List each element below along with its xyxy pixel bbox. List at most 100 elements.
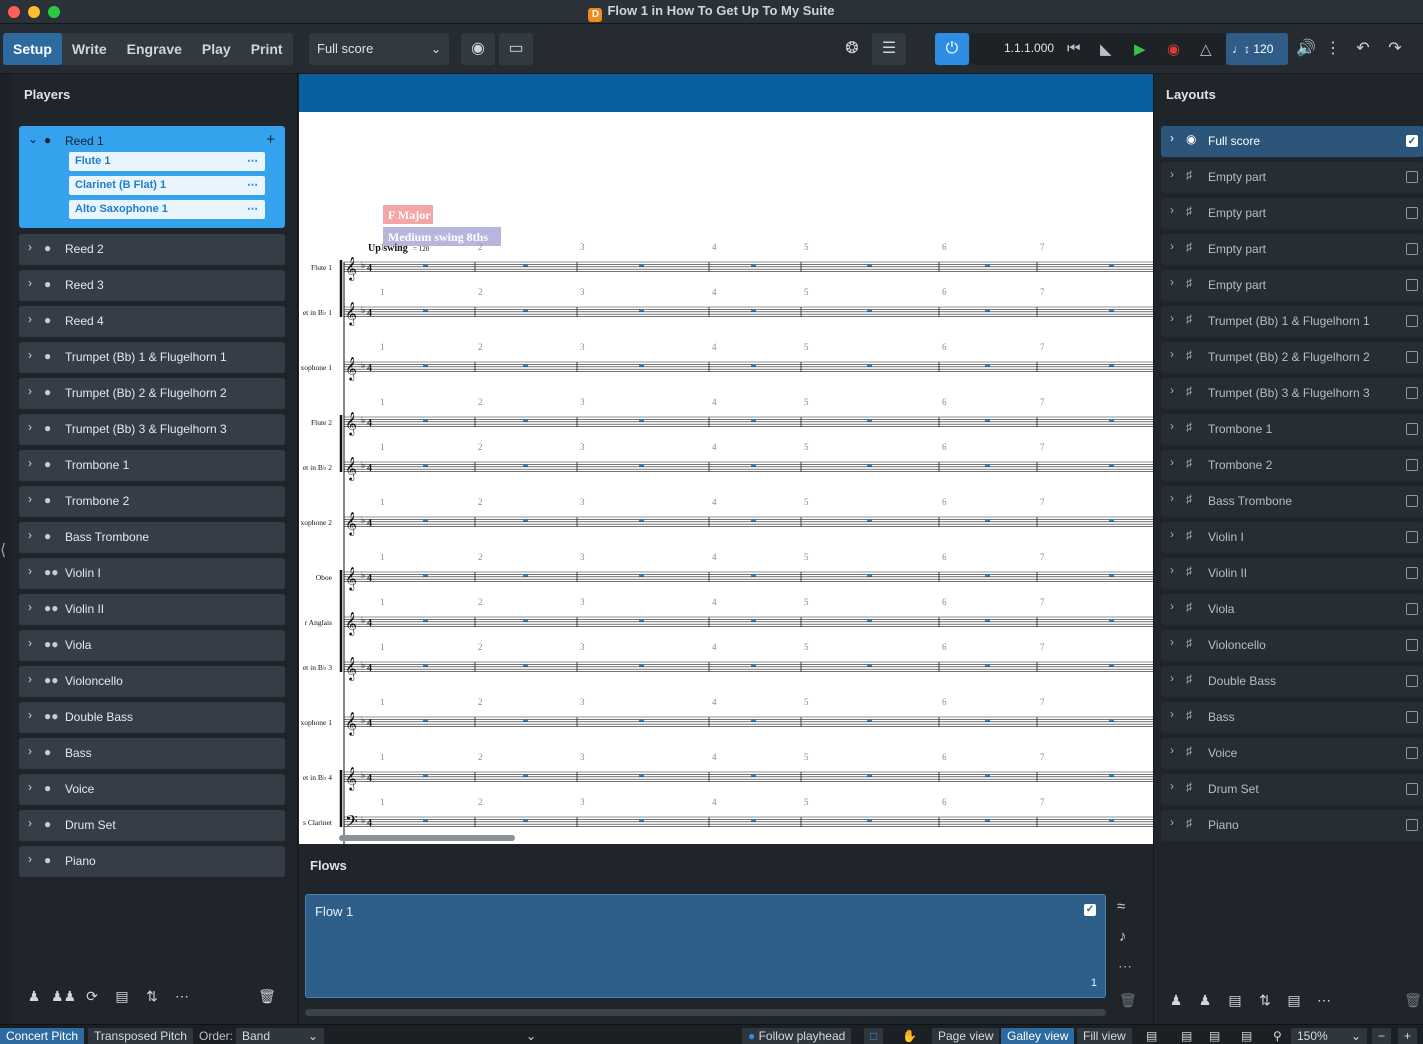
instrument-card[interactable]: Alto Saxophone 1 ⋯	[69, 200, 265, 219]
chevron-down-icon[interactable]: ⌄	[28, 132, 38, 146]
layout-row[interactable]: › ♯ Piano	[1161, 810, 1423, 841]
chevron-right-icon[interactable]: ›	[1170, 347, 1174, 361]
player-list-icon[interactable]: ▤	[110, 988, 134, 1010]
hand-tool-icon[interactable]: ✋	[896, 1028, 923, 1044]
score-canvas[interactable]: F Major Medium swing 8thsUp swing = 120 Flu…	[299, 74, 1153, 844]
chevron-right-icon[interactable]: ›	[1170, 671, 1174, 685]
chevron-right-icon[interactable]: ›	[1170, 419, 1174, 433]
more-icon[interactable]: ⋯	[247, 152, 258, 171]
layout-row[interactable]: › ♯ Drum Set	[1161, 774, 1423, 805]
undo-icon[interactable]: ↶	[1346, 33, 1380, 65]
mode-tab-write[interactable]: Write	[62, 33, 117, 65]
player-card[interactable]: › ●● Violin II	[19, 594, 285, 625]
rewind-icon[interactable]: ⏮	[1067, 40, 1081, 57]
page-view-button[interactable]: Page view	[932, 1028, 1000, 1044]
layout-row[interactable]: › ♯ Empty part	[1161, 270, 1423, 301]
mode-tab-setup[interactable]: Setup	[3, 33, 62, 65]
layout-row[interactable]: › ♯ Trombone 1	[1161, 414, 1423, 445]
layout-row[interactable]: › ♯ Double Bass	[1161, 666, 1423, 697]
chevron-right-icon[interactable]: ›	[28, 312, 32, 326]
layout-checkbox[interactable]	[1406, 783, 1418, 795]
concert-pitch-toggle[interactable]: Concert Pitch	[0, 1028, 85, 1044]
layout-row[interactable]: › ♯ Empty part	[1161, 234, 1423, 265]
instrument-card[interactable]: Flute 1 ⋯	[69, 152, 265, 171]
chevron-right-icon[interactable]: ›	[1170, 707, 1174, 721]
flows-scrollbar[interactable]	[305, 1009, 1106, 1016]
collapse-left-panel-icon[interactable]: ⟨	[0, 540, 6, 560]
chevron-right-icon[interactable]: ›	[28, 276, 32, 290]
fill-view-button[interactable]: Fill view	[1077, 1028, 1132, 1044]
order-dropdown[interactable]: Band ⌄	[236, 1028, 324, 1044]
layout-row[interactable]: › ♯ Violin II	[1161, 558, 1423, 589]
redo-icon[interactable]: ↷	[1378, 33, 1412, 65]
chevron-right-icon[interactable]: ›	[28, 528, 32, 542]
page-arrangement-icon[interactable]: ▤	[1203, 1028, 1226, 1044]
zoom-icon[interactable]: ⚲	[1267, 1028, 1288, 1044]
layout-selector[interactable]: Full score ⌄	[309, 33, 449, 65]
layout-checkbox[interactable]	[1406, 639, 1418, 651]
layout-row[interactable]: › ◉ Full score ✓	[1161, 126, 1423, 157]
mode-tab-print[interactable]: Print	[241, 33, 293, 65]
chevron-down-icon[interactable]: ⌄	[520, 1028, 542, 1044]
chevron-right-icon[interactable]: ›	[1170, 167, 1174, 181]
layout-row[interactable]: › ♯ Trumpet (Bb) 3 & Flugelhorn 3	[1161, 378, 1423, 409]
chevron-right-icon[interactable]: ›	[28, 672, 32, 686]
add-score-layout-icon[interactable]: ♟	[1164, 992, 1188, 1014]
chevron-right-icon[interactable]: ›	[1170, 239, 1174, 253]
eye-icon[interactable]: ◉	[461, 33, 495, 65]
layout-row[interactable]: › ♯ Violoncello	[1161, 630, 1423, 661]
chevron-right-icon[interactable]: ›	[1170, 491, 1174, 505]
player-card[interactable]: › ●● Viola	[19, 630, 285, 661]
chevron-right-icon[interactable]: ›	[28, 708, 32, 722]
layout-row[interactable]: › ♯ Bass	[1161, 702, 1423, 733]
chevron-right-icon[interactable]: ›	[1170, 383, 1174, 397]
transposed-pitch-toggle[interactable]: Transposed Pitch	[88, 1028, 193, 1044]
add-section-player-icon[interactable]: ♟♟	[51, 988, 76, 1010]
page-arrangement-icon[interactable]: ▤	[1175, 1028, 1198, 1044]
layout-checkbox[interactable]	[1406, 531, 1418, 543]
more-vertical-icon[interactable]: ⋮	[1316, 33, 1350, 65]
layout-checkbox[interactable]	[1406, 243, 1418, 255]
more-icon[interactable]: ⋯	[247, 200, 258, 219]
chevron-right-icon[interactable]: ›	[28, 456, 32, 470]
player-card[interactable]: › ● Trombone 2	[19, 486, 285, 517]
page-arrangement-icon[interactable]: ▤	[1140, 1028, 1163, 1044]
page-arrangement-icon[interactable]: ▤	[1235, 1028, 1258, 1044]
layout-checkbox[interactable]	[1406, 495, 1418, 507]
chevron-right-icon[interactable]: ›	[1170, 599, 1174, 613]
chevron-right-icon[interactable]: ›	[28, 744, 32, 758]
add-instrument-icon[interactable]: +	[266, 131, 275, 148]
score-view[interactable]: F Major Medium swing 8ths Up swing = 120 Flu…	[299, 74, 1153, 844]
layout-checkbox[interactable]	[1406, 279, 1418, 291]
layout-list-icon[interactable]: ▤	[1282, 992, 1306, 1014]
mixer-wheel-icon[interactable]: ❂	[835, 33, 869, 65]
add-part-layout-icon[interactable]: ♟	[1193, 992, 1217, 1014]
player-card[interactable]: › ● Bass	[19, 738, 285, 769]
chevron-right-icon[interactable]: ›	[1170, 743, 1174, 757]
more-options-icon[interactable]: ⋯	[1118, 958, 1132, 975]
chevron-right-icon[interactable]: ›	[1170, 815, 1174, 829]
layout-checkbox[interactable]: ✓	[1406, 135, 1418, 147]
mode-tab-play[interactable]: Play	[192, 33, 241, 65]
layout-row[interactable]: › ♯ Empty part	[1161, 162, 1423, 193]
tempo-display[interactable]: ♩↕ 120	[1226, 33, 1288, 65]
chevron-right-icon[interactable]: ›	[28, 420, 32, 434]
chevron-right-icon[interactable]: ›	[28, 348, 32, 362]
chevron-right-icon[interactable]: ›	[28, 816, 32, 830]
player-card[interactable]: › ● Bass Trombone	[19, 522, 285, 553]
delete-flow-icon[interactable]: 🗑	[1119, 992, 1137, 1009]
chevron-right-icon[interactable]: ›	[28, 384, 32, 398]
layout-row[interactable]: › ♯ Trumpet (Bb) 2 & Flugelhorn 2	[1161, 342, 1423, 373]
layout-row[interactable]: › ♯ Empty part	[1161, 198, 1423, 229]
metronome-click-icon[interactable]: ◣	[1100, 40, 1112, 58]
chevron-right-icon[interactable]: ›	[1170, 527, 1174, 541]
layout-row[interactable]: › ♯ Voice	[1161, 738, 1423, 769]
add-ensemble-icon[interactable]: ⟳	[80, 988, 104, 1010]
chevron-right-icon[interactable]: ›	[1170, 563, 1174, 577]
player-card[interactable]: › ● Trumpet (Bb) 2 & Flugelhorn 2	[19, 378, 285, 409]
layout-checkbox[interactable]	[1406, 459, 1418, 471]
layout-checkbox[interactable]	[1406, 747, 1418, 759]
player-card[interactable]: › ●● Violoncello	[19, 666, 285, 697]
layout-checkbox[interactable]	[1406, 387, 1418, 399]
player-card[interactable]: › ● Drum Set	[19, 810, 285, 841]
